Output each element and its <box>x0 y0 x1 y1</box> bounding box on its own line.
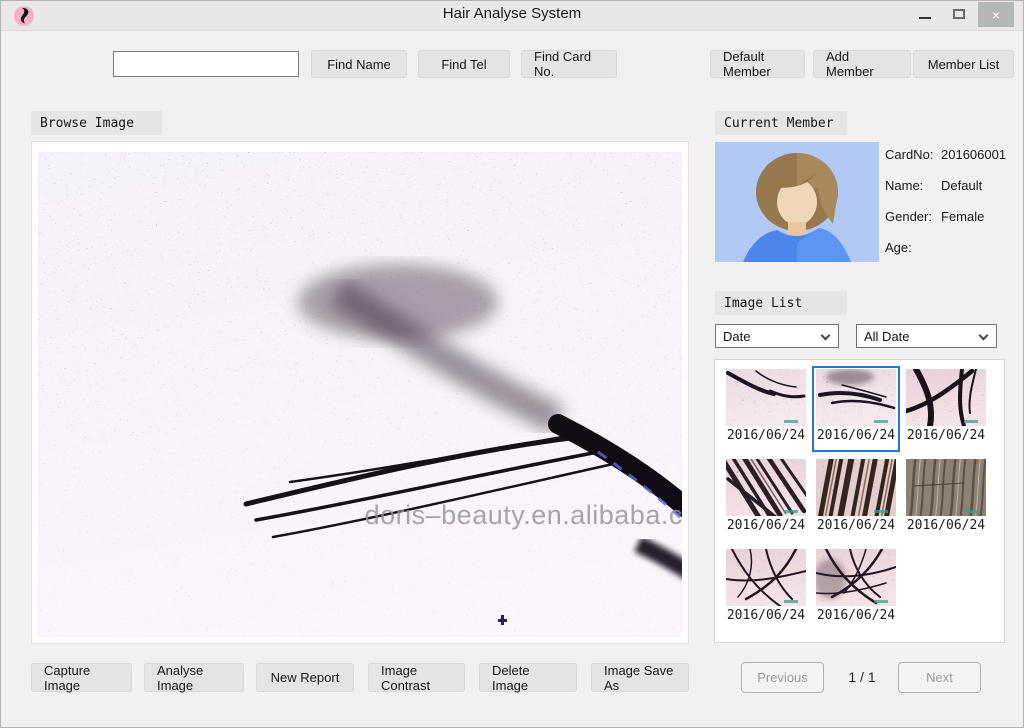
thumbnail-date: 2016/06/24 <box>814 518 898 533</box>
next-page-button[interactable]: Next <box>898 662 981 693</box>
name-label: Name: <box>885 178 941 197</box>
app-window: Hair Analyse System × Find Name Find Tel… <box>0 0 1024 728</box>
minimize-button[interactable] <box>909 1 941 27</box>
chevron-down-icon <box>979 331 989 341</box>
search-input[interactable] <box>113 51 299 77</box>
thumbnail-image <box>726 369 806 426</box>
thumbnail-image <box>726 459 806 516</box>
age-value <box>941 240 1021 259</box>
date-filter-select[interactable]: All Date <box>856 324 997 348</box>
image-thumbnail-4[interactable]: 2016/06/24 <box>722 456 810 542</box>
thumbnail-image <box>816 369 896 426</box>
sort-by-value: Date <box>723 329 750 344</box>
thumbnail-date: 2016/06/24 <box>724 518 808 533</box>
member-gender-row: Gender: Female <box>885 209 1021 228</box>
thumbnail-date: 2016/06/24 <box>814 608 898 623</box>
cardno-label: CardNo: <box>885 147 941 166</box>
member-avatar <box>715 142 879 262</box>
name-value: Default <box>941 178 1021 197</box>
age-label: Age: <box>885 240 941 259</box>
member-list-button[interactable]: Member List <box>913 50 1014 78</box>
thumbnail-grid: 2016/06/24 2016/06/24 <box>714 359 1005 643</box>
chevron-down-icon <box>821 331 831 341</box>
member-name-row: Name: Default <box>885 178 1021 197</box>
minimize-icon <box>919 17 931 19</box>
thumbnail-image <box>906 369 986 426</box>
image-thumbnail-1[interactable]: 2016/06/24 <box>722 366 810 452</box>
scalp-microscope-image: doris–beauty.en.alibaba.com 2016/06/24 1… <box>38 152 682 637</box>
member-info: CardNo: 201606001 Name: Default Gender: … <box>885 147 1021 271</box>
image-contrast-button[interactable]: Image Contrast <box>368 663 465 692</box>
maximize-icon <box>953 9 965 19</box>
thumbnail-date: 2016/06/24 <box>724 608 808 623</box>
image-save-as-button[interactable]: Image Save As <box>591 663 689 692</box>
gender-value: Female <box>941 209 1021 228</box>
thumbnail-image <box>906 459 986 516</box>
add-member-button[interactable]: Add Member <box>813 50 911 78</box>
cardno-value: 201606001 <box>941 147 1021 166</box>
page-indicator: 1 / 1 <box>833 669 891 685</box>
analyse-image-button[interactable]: Analyse Image <box>144 663 244 692</box>
new-report-button[interactable]: New Report <box>256 663 354 692</box>
thumbnail-image <box>726 549 806 606</box>
title-bar: Hair Analyse System × <box>1 1 1023 31</box>
find-name-button[interactable]: Find Name <box>311 50 407 78</box>
gender-label: Gender: <box>885 209 941 228</box>
image-thumbnail-7[interactable]: 2016/06/24 <box>722 546 810 632</box>
member-age-row: Age: <box>885 240 1021 259</box>
thumbnail-date: 2016/06/24 <box>724 428 808 443</box>
delete-image-button[interactable]: Delete Image <box>479 663 577 692</box>
find-card-no-button[interactable]: Find Card No. <box>521 50 617 78</box>
close-button[interactable]: × <box>978 2 1014 27</box>
browse-image-label: Browse Image <box>31 111 162 135</box>
image-thumbnail-5[interactable]: 2016/06/24 <box>812 456 900 542</box>
browse-image-panel: doris–beauty.en.alibaba.com 2016/06/24 1… <box>31 141 689 644</box>
current-member-label: Current Member <box>715 111 847 135</box>
sort-by-select[interactable]: Date <box>715 324 839 348</box>
close-icon: × <box>992 7 1000 23</box>
default-member-button[interactable]: Default Member <box>710 50 805 78</box>
image-thumbnail-3[interactable]: 2016/06/24 <box>902 366 990 452</box>
thumbnail-date: 2016/06/24 <box>904 518 988 533</box>
maximize-button[interactable] <box>943 1 975 27</box>
thumbnail-image <box>816 549 896 606</box>
image-thumbnail-8[interactable]: 2016/06/24 <box>812 546 900 632</box>
member-cardno-row: CardNo: 201606001 <box>885 147 1021 166</box>
find-tel-button[interactable]: Find Tel <box>418 50 510 78</box>
thumbnail-image <box>816 459 896 516</box>
image-list-label: Image List <box>715 291 847 315</box>
image-thumbnail-6[interactable]: 2016/06/24 <box>902 456 990 542</box>
image-thumbnail-2-selected[interactable]: 2016/06/24 <box>812 366 900 452</box>
capture-image-button[interactable]: Capture Image <box>31 663 132 692</box>
window-title: Hair Analyse System <box>1 5 1023 22</box>
date-filter-value: All Date <box>864 329 910 344</box>
thumbnail-date: 2016/06/24 <box>814 428 898 443</box>
previous-page-button[interactable]: Previous <box>741 662 824 693</box>
thumbnail-date: 2016/06/24 <box>904 428 988 443</box>
watermark-text: doris–beauty.en.alibaba.com <box>365 500 682 530</box>
